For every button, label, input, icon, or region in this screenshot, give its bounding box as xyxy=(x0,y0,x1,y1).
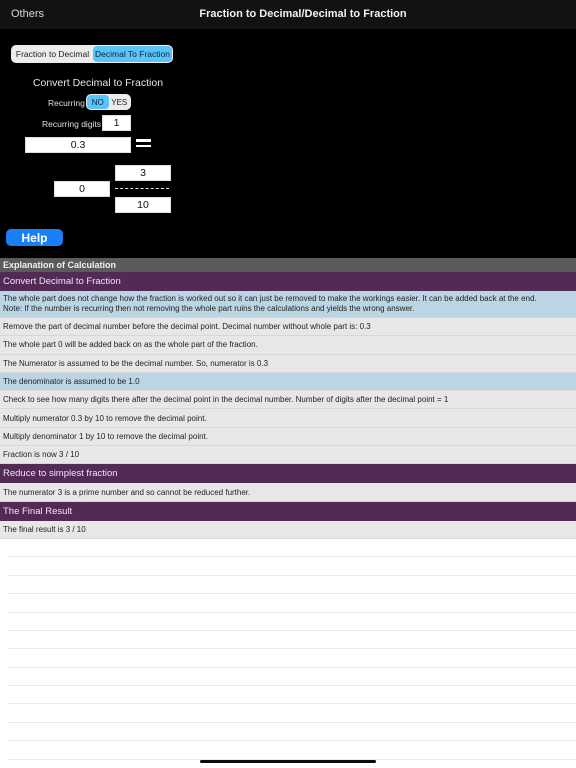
recurring-digits-input[interactable]: 1 xyxy=(102,115,131,131)
explanation-row-text: The whole part 0 will be added back on a… xyxy=(3,340,258,350)
empty-row xyxy=(8,649,576,668)
explanation-row-text: Remove the part of decimal number before… xyxy=(3,322,371,332)
section-header: Convert Decimal to Fraction xyxy=(0,272,576,291)
explanation-row: Remove the part of decimal number before… xyxy=(0,318,576,337)
empty-row xyxy=(8,686,576,705)
recurring-toggle: NO YES xyxy=(86,94,131,110)
empty-row xyxy=(8,668,576,687)
explanation-row-text: The denominator is assumed to be 1.0 xyxy=(3,377,140,387)
navigation-bar: Others Fraction to Decimal/Decimal to Fr… xyxy=(0,0,576,29)
section-header-text: Convert Decimal to Fraction xyxy=(3,276,121,287)
explanation-row: Fraction is now 3 / 10 xyxy=(0,446,576,465)
empty-row xyxy=(8,631,576,650)
recurring-digits-label: Recurring digits xyxy=(42,119,102,129)
explanation-row-text: The Numerator is assumed to be the decim… xyxy=(3,358,269,368)
explanation-row-text: The whole part does not change how the f… xyxy=(3,294,537,303)
explanation-row: The whole part does not change how the f… xyxy=(0,291,576,318)
explanation-row-text: Multiply denominator 1 by 10 to remove t… xyxy=(3,431,208,441)
explanation-row-text: The numerator 3 is a prime number and so… xyxy=(3,487,251,497)
section-header-text: The Final Result xyxy=(3,505,73,517)
explanation-row: The whole part 0 will be added back on a… xyxy=(0,336,576,355)
explanation-row: The denominator is assumed to be 1.0 xyxy=(0,372,576,392)
explanation-row-text: Fraction is now 3 / 10 xyxy=(3,450,80,460)
converter-heading: Convert Decimal to Fraction xyxy=(32,77,164,89)
explanation-row: The numerator 3 is a prime number and so… xyxy=(0,483,576,502)
help-button[interactable]: Help xyxy=(6,229,63,246)
explanation-row-text: The final result is 3 / 10 xyxy=(3,524,86,534)
empty-row xyxy=(8,576,576,595)
equals-sign xyxy=(136,139,151,149)
explanation-row: Check to see how many digits there after… xyxy=(0,391,576,410)
empty-row xyxy=(8,741,576,760)
empty-row xyxy=(8,594,576,613)
recurring-yes-option[interactable]: YES xyxy=(109,95,131,109)
empty-row xyxy=(8,557,576,576)
whole-part-output: 0 xyxy=(54,181,110,197)
denominator-output: 10 xyxy=(115,197,171,213)
explanation-row-note: Note: If the number is recurring then no… xyxy=(3,304,415,313)
explanation-title: Explanation of Calculation xyxy=(0,258,576,272)
recurring-label: Recurring xyxy=(48,98,85,108)
empty-row xyxy=(8,613,576,631)
empty-row xyxy=(8,704,576,723)
explanation-panel: Explanation of Calculation Convert Decim… xyxy=(0,258,576,768)
recurring-no-option[interactable]: NO xyxy=(87,95,109,109)
empty-row xyxy=(8,723,576,742)
explanation-row: The final result is 3 / 10 xyxy=(0,520,576,539)
home-indicator[interactable] xyxy=(200,760,376,763)
mode-segmented-control: Fraction to Decimal Decimal To Fraction xyxy=(11,45,173,63)
segment-fraction-to-decimal[interactable]: Fraction to Decimal xyxy=(12,46,93,62)
segment-decimal-to-fraction[interactable]: Decimal To Fraction xyxy=(93,46,172,62)
empty-row xyxy=(8,539,576,558)
section-header: Reduce to simplest fraction xyxy=(0,464,576,484)
page-title: Fraction to Decimal/Decimal to Fraction xyxy=(199,8,407,20)
decimal-input[interactable]: 0.3 xyxy=(25,137,131,153)
explanation-row-text: Multiply numerator 0.3 by 10 to remove t… xyxy=(3,413,207,423)
explanation-row-text: Check to see how many digits there after… xyxy=(3,395,449,405)
explanation-row: Multiply denominator 1 by 10 to remove t… xyxy=(0,427,576,447)
fraction-bar xyxy=(115,188,169,189)
explanation-row: Multiply numerator 0.3 by 10 to remove t… xyxy=(0,409,576,428)
numerator-output: 3 xyxy=(115,165,171,181)
section-header: The Final Result xyxy=(0,501,576,521)
explanation-row: The Numerator is assumed to be the decim… xyxy=(0,354,576,373)
section-header-text: Reduce to simplest fraction xyxy=(3,468,118,480)
